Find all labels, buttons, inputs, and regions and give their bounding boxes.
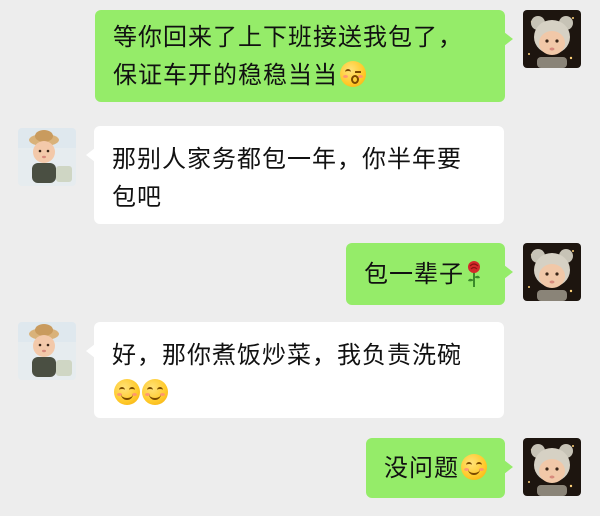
rose-emoji-icon: [468, 261, 480, 287]
message-text: 包一辈子: [364, 260, 464, 288]
smiling-face-emoji-icon: [461, 454, 487, 480]
kissing-wink-emoji-icon: [340, 61, 366, 87]
message-text: 等你回来了上下班接送我包了，保证车开的稳稳当当: [113, 23, 463, 89]
avatar-other[interactable]: [18, 128, 76, 186]
avatar-self[interactable]: [523, 243, 581, 301]
smiling-face-emoji-icon: [142, 379, 168, 405]
avatar-self[interactable]: [523, 10, 581, 68]
baby-in-bear-hat-icon: [523, 243, 581, 301]
avatar-other[interactable]: [18, 322, 76, 380]
smiling-face-emoji-icon: [114, 379, 140, 405]
avatar-self[interactable]: [523, 438, 581, 496]
message-bubble-sent[interactable]: 等你回来了上下班接送我包了，保证车开的稳稳当当: [95, 10, 513, 102]
message-text: 没问题: [384, 454, 459, 482]
baby-in-bear-hat-icon: [523, 438, 581, 496]
baby-in-straw-hat-icon: [18, 322, 76, 380]
message-text: 那别人家务都包一年，你半年要包吧: [112, 145, 462, 211]
baby-in-straw-hat-icon: [18, 128, 76, 186]
message-bubble-sent[interactable]: 包一辈子: [346, 243, 513, 305]
message-bubble-sent[interactable]: 没问题: [366, 438, 513, 498]
baby-in-bear-hat-icon: [523, 10, 581, 68]
message-text: 好，那你煮饭炒菜，我负责洗碗: [112, 341, 462, 369]
message-bubble-received[interactable]: 那别人家务都包一年，你半年要包吧: [86, 126, 504, 224]
message-bubble-received[interactable]: 好，那你煮饭炒菜，我负责洗碗: [86, 322, 504, 418]
